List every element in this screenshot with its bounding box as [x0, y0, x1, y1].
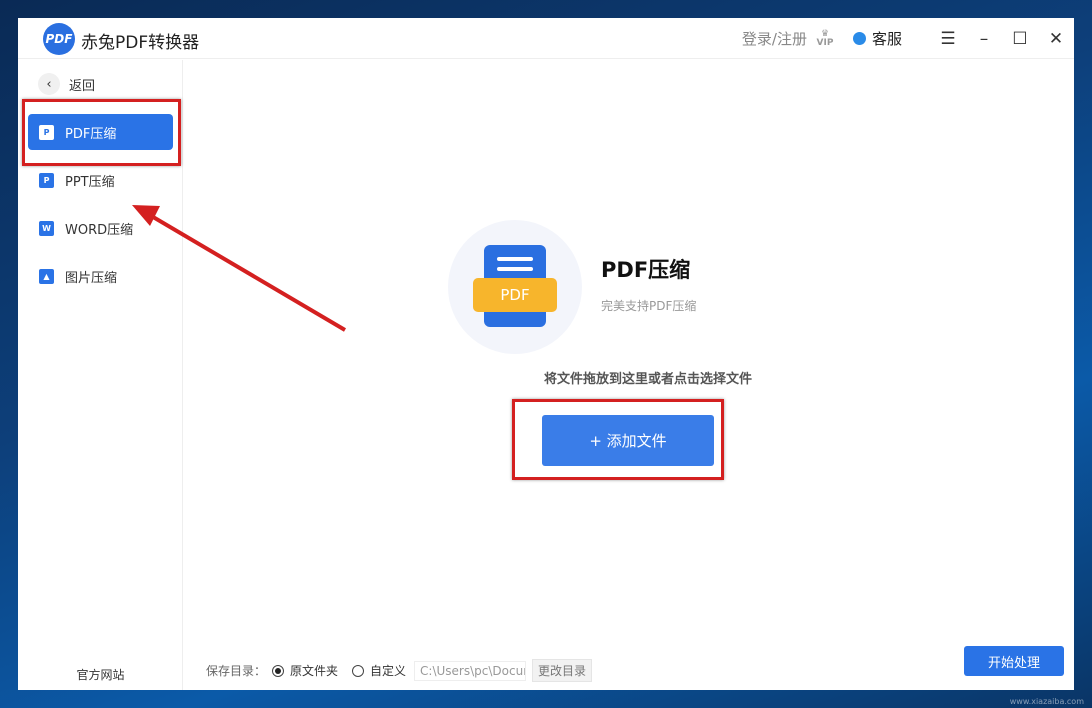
watermark: www.xiazaiba.com	[1009, 697, 1084, 706]
annotation-arrow	[132, 205, 347, 332]
